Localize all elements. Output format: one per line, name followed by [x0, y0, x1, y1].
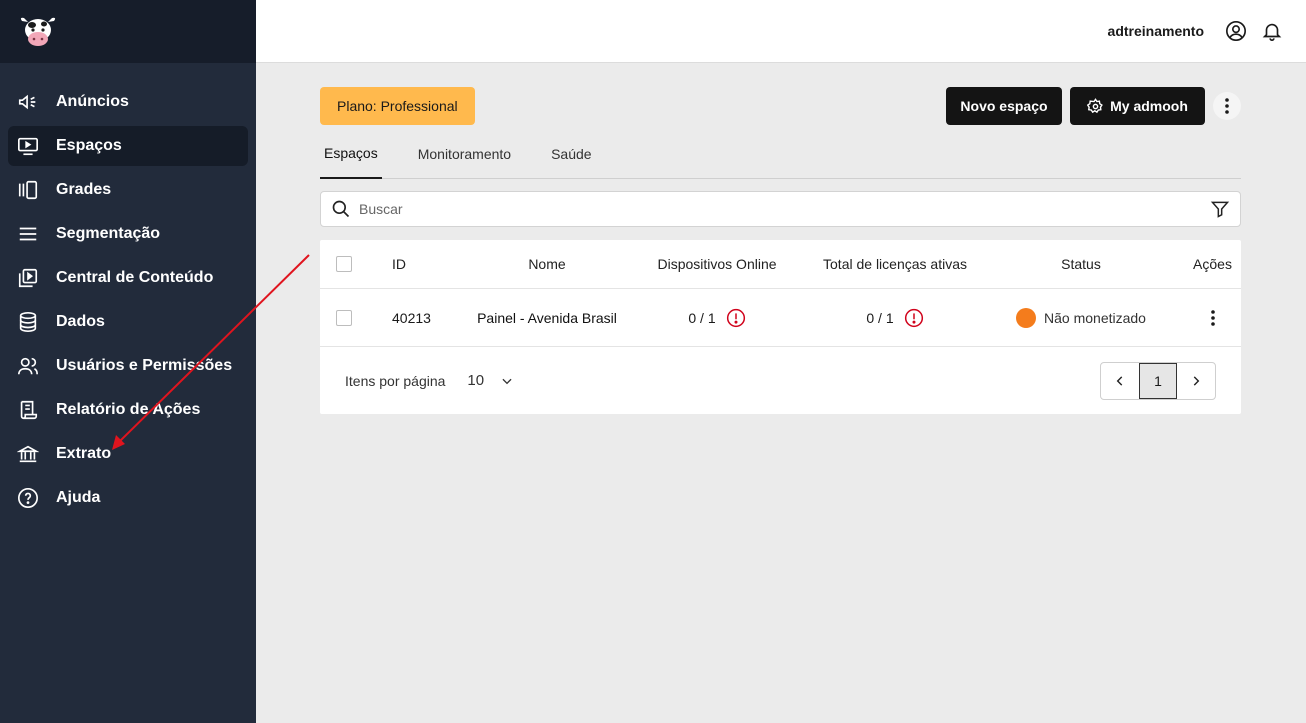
search-icon [332, 200, 350, 218]
sidebar-item-dados[interactable]: Dados [8, 302, 248, 342]
header-status[interactable]: Status [978, 256, 1184, 272]
per-page-select[interactable]: 10 [467, 372, 484, 389]
sidebar-item-usuarios[interactable]: Usuários e Permissões [8, 346, 248, 386]
alert-circle-icon[interactable] [904, 308, 924, 328]
report-icon [16, 398, 40, 422]
new-space-button[interactable]: Novo espaço [946, 87, 1062, 125]
chevron-left-icon [1116, 376, 1123, 386]
help-icon [16, 486, 40, 510]
sidebar-item-label: Anúncios [56, 93, 129, 110]
header-id[interactable]: ID [392, 256, 472, 272]
table-footer: Itens por página 10 1 [320, 347, 1241, 414]
header-name[interactable]: Nome [472, 256, 622, 272]
sidebar-item-label: Usuários e Permissões [56, 357, 233, 374]
sidebar-item-label: Espaços [56, 137, 122, 154]
row-checkbox[interactable] [336, 309, 352, 326]
licenses-value: 0 / 1 [866, 309, 894, 326]
chevron-right-icon [1193, 376, 1200, 386]
sidebar-nav: Anúncios Espaços Grades Segmentação Cent… [0, 63, 256, 518]
cow-logo-icon[interactable] [18, 15, 58, 49]
sidebar-item-label: Central de Conteúdo [56, 269, 214, 286]
select-all-checkbox[interactable] [336, 256, 352, 272]
chevron-down-icon[interactable] [500, 374, 514, 388]
header-devices[interactable]: Dispositivos Online [622, 256, 812, 272]
main-content: Plano: Professional Novo espaço My admoo… [320, 63, 1241, 414]
panels-icon [16, 178, 40, 202]
row-actions [1184, 309, 1241, 326]
sidebar-header [0, 0, 256, 63]
pagination: 1 [1100, 362, 1216, 400]
status-text: Não monetizado [1044, 309, 1146, 326]
status-dot [1016, 307, 1037, 328]
sidebar-item-label: Grades [56, 181, 112, 198]
sidebar-item-grades[interactable]: Grades [8, 170, 248, 210]
prev-page-button[interactable] [1101, 363, 1139, 399]
sidebar: Anúncios Espaços Grades Segmentação Cent… [0, 0, 256, 723]
table-header-row: ID Nome Dispositivos Online Total de lic… [320, 240, 1241, 289]
sidebar-item-label: Extrato [56, 445, 112, 462]
row-id: 40213 [392, 309, 431, 326]
bank-icon [16, 442, 40, 466]
top-header: adtreinamento [256, 0, 1306, 63]
header-checkbox-cell [320, 256, 392, 272]
users-icon [16, 354, 40, 378]
per-page-label: Itens por página [345, 372, 446, 389]
plan-badge[interactable]: Plano: Professional [320, 87, 475, 125]
tab-bar: Espaços Monitoramento Saúde [320, 129, 1241, 179]
my-admooh-button[interactable]: My admooh [1070, 87, 1205, 125]
sidebar-item-label: Ajuda [56, 489, 101, 506]
media-library-icon [16, 266, 40, 290]
megaphone-icon [16, 90, 40, 114]
username[interactable]: adtreinamento [1108, 23, 1204, 39]
more-options-button[interactable] [1213, 92, 1241, 120]
toolbar: Plano: Professional Novo espaço My admoo… [320, 63, 1241, 129]
sidebar-item-relatorio[interactable]: Relatório de Ações [8, 390, 248, 430]
sidebar-item-anuncios[interactable]: Anúncios [8, 82, 248, 122]
next-page-button[interactable] [1177, 363, 1215, 399]
sidebar-item-label: Relatório de Ações [56, 401, 201, 418]
tab-espacos[interactable]: Espaços [320, 129, 382, 179]
more-vertical-icon [1225, 98, 1229, 114]
tab-saude[interactable]: Saúde [547, 129, 595, 179]
sidebar-item-espacos[interactable]: Espaços [8, 126, 248, 166]
user-circle-icon[interactable] [1224, 19, 1248, 43]
gear-icon [1087, 97, 1103, 113]
row-checkbox-cell [320, 309, 392, 326]
filter-icon[interactable] [1210, 199, 1230, 219]
header-licenses[interactable]: Total de licenças ativas [812, 256, 978, 272]
header-actions: Ações [1193, 256, 1232, 272]
bell-icon[interactable] [1260, 19, 1284, 43]
sidebar-item-segmentacao[interactable]: Segmentação [8, 214, 248, 254]
row-licenses: 0 / 1 [812, 308, 978, 328]
tab-monitoramento[interactable]: Monitoramento [414, 129, 515, 179]
sidebar-item-extrato[interactable]: Extrato [8, 434, 248, 474]
screen-play-icon [16, 134, 40, 158]
page-button-current[interactable]: 1 [1139, 363, 1177, 399]
row-name[interactable]: Painel - Avenida Brasil [472, 310, 622, 326]
table-row[interactable]: 40213 Painel - Avenida Brasil 0 / 1 0 / … [320, 289, 1241, 347]
menu-lines-icon [16, 222, 40, 246]
sidebar-item-ajuda[interactable]: Ajuda [8, 478, 248, 518]
sidebar-item-label: Dados [56, 313, 105, 330]
devices-online-value: 0 / 1 [688, 309, 716, 326]
search-bar [320, 191, 1241, 227]
sidebar-item-label: Segmentação [56, 225, 161, 242]
database-icon [16, 310, 40, 334]
row-devices: 0 / 1 [622, 308, 812, 328]
search-input[interactable] [359, 201, 1210, 217]
alert-circle-icon[interactable] [726, 308, 746, 328]
sidebar-item-central-de-conteudo[interactable]: Central de Conteúdo [8, 258, 248, 298]
row-status: Não monetizado [978, 307, 1184, 328]
more-vertical-icon[interactable] [1210, 309, 1215, 326]
spaces-table: ID Nome Dispositivos Online Total de lic… [320, 240, 1241, 414]
my-admooh-label: My admooh [1110, 98, 1188, 114]
